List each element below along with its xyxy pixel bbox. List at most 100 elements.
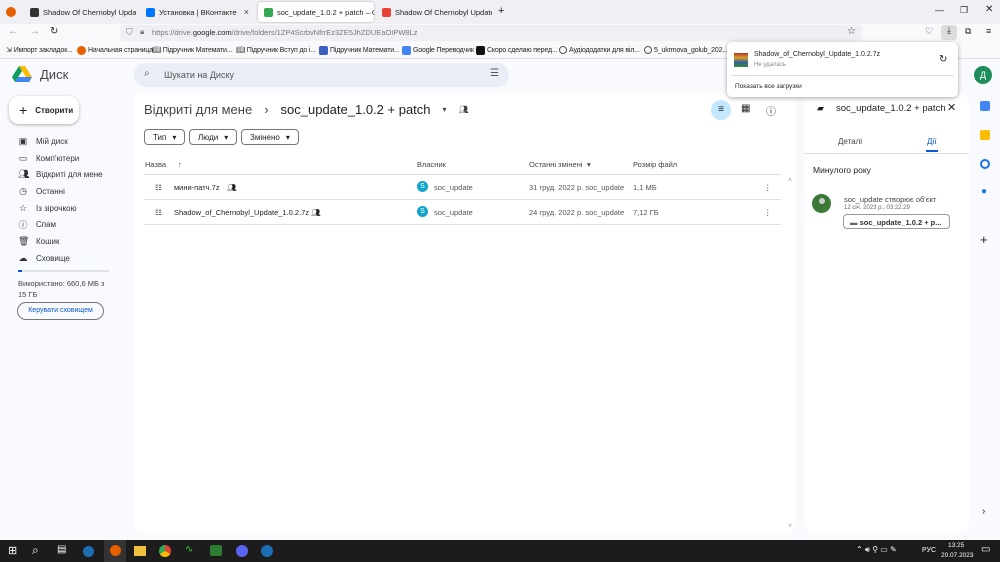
breadcrumb-parent[interactable]: Відкриті для мене [144,102,252,117]
url-bar[interactable]: ⛉ 🔒︎ https://drive.google.com/drive/fold… [120,25,862,41]
firefox-taskbar-button[interactable] [104,540,126,562]
breadcrumb-current[interactable]: soc_update_1.0.2 + patch [281,102,431,117]
calendar-icon[interactable] [980,101,990,111]
back-icon[interactable]: ← [8,26,18,37]
lock-icon[interactable]: 🔒︎ [140,27,144,37]
scroll-down-icon[interactable]: ˅ [788,523,792,530]
search-icon[interactable]: ⌕ [32,543,39,558]
file-archive-icon: ☷ [155,183,162,192]
language-indicator[interactable]: РУС [922,547,936,554]
more-actions-icon[interactable]: ⋮ [764,208,772,217]
column-name[interactable]: Назва [145,160,166,169]
avatar[interactable]: Д [974,66,992,84]
sort-arrow-icon[interactable]: ↑ [178,160,182,169]
retry-icon[interactable]: ↻ [939,54,947,65]
extensions-icon[interactable]: ⧉ [965,26,971,37]
download-filename[interactable]: Shadow_of_Chernobyl_Update_1.0.2.7z [754,51,880,58]
tab-1[interactable]: Shadow Of Chernobyl Update 1× [24,2,136,22]
column-owner[interactable]: Власник [417,160,446,169]
steam-icon[interactable] [261,545,273,557]
filter-modified[interactable]: Змінено ▾ [241,129,299,145]
monitor-app-icon[interactable]: ∿ [185,544,193,555]
chrome-icon[interactable] [159,545,171,557]
tab-2[interactable]: Установка | ВКонтакте × [140,2,255,22]
winrar-icon [734,53,748,67]
drive-logo[interactable]: Диск [12,66,68,83]
firefox-icon[interactable] [6,7,16,17]
pocket-icon[interactable]: ♡ [925,26,933,37]
sidebar-item-shared[interactable]: 👥︎ Відкриті для мене [0,166,130,182]
filter-type[interactable]: Тип ▾ [144,129,186,145]
scroll-up-icon[interactable]: ˄ [788,177,792,184]
app-icon[interactable] [210,545,222,556]
notifications-icon[interactable]: ▭ [981,544,990,555]
more-actions-icon[interactable]: ⋮ [764,183,772,192]
sidebar-item-starred[interactable]: ☆ Із зірочкою [0,200,130,216]
grid-view-icon[interactable]: ▦ [741,103,750,114]
dropdown-icon[interactable]: ▾ [443,105,447,114]
tasks-icon[interactable] [980,159,990,169]
steam-icon[interactable] [83,546,94,557]
reload-icon[interactable]: ↻ [50,26,58,37]
search-input[interactable]: ⌕ Шукати на Диску ☰ [134,63,509,87]
close-window-icon[interactable]: ✕ [985,4,993,15]
close-panel-icon[interactable]: ✕ [947,101,956,114]
show-all-downloads[interactable]: Показать все загрузки [735,83,802,90]
tab-3[interactable]: soc_update_1.0.2 + patch – Goo× [258,2,374,22]
menu-icon[interactable]: ≡ [986,26,991,36]
filter-people[interactable]: Люди ▾ [189,129,238,145]
tab-details[interactable]: Деталі [838,137,862,146]
forward-icon[interactable]: → [30,26,40,37]
add-addon-icon[interactable]: + [980,232,988,247]
sidebar-item-spam[interactable]: ⓘ Спам [0,216,130,232]
sidebar-item-trash[interactable]: 🗑︎ Кошик [0,233,130,249]
bookmark-star-icon[interactable]: ☆ [847,26,856,37]
bookmark-item[interactable]: Google Переводчик [402,46,474,55]
bookmark-item[interactable]: ⇲ Импорт закладок... [6,46,73,55]
windows-start-icon[interactable]: ⊞ [8,544,17,557]
bookmark-item[interactable]: 📖︎ Підручник Математи... [152,46,232,55]
maximize-icon[interactable]: ❐ [960,5,968,16]
create-button[interactable]: + Створити [9,96,79,124]
clock-time[interactable]: 13:25 [948,542,964,549]
tab-title: Shadow Of Chernobyl Update 1 [395,7,492,17]
activity-item-chip[interactable]: ▬ soc_update_1.0.2 + p... [843,214,950,229]
discord-icon[interactable] [236,545,248,557]
bookmark-item[interactable]: Аудіододатки для віл... [559,46,640,54]
info-icon[interactable]: ⓘ [766,103,776,118]
dropdown-icon: ▾ [285,133,290,142]
close-tab-icon[interactable]: × [244,7,249,17]
bookmark-item[interactable]: 📖︎ Підручник Вступ до і... [236,46,316,55]
column-modified[interactable]: Останні змінені [529,160,583,169]
sidebar-item-recent[interactable]: ◷ Останні [0,183,130,199]
contacts-icon[interactable]: ● [981,186,987,197]
sidebar-item-storage[interactable]: ☁ Сховище [0,250,130,266]
filter-icon[interactable]: ≡ [711,100,731,120]
new-tab-icon[interactable]: + [498,5,504,17]
search-options-icon[interactable]: ☰ [490,68,499,79]
bookmark-item[interactable]: Скоро сделаю перед... [476,46,557,55]
sidebar-item-my-drive[interactable]: ▣ Мій диск [0,133,130,149]
tray-icons[interactable]: ⌃ 🔊︎ ⚲ ▭ ✎ [856,545,897,555]
table-row[interactable]: ☷ Shadow_of_Chernobyl_Update_1.0.2.7z 👥︎… [144,200,781,225]
task-view-icon[interactable]: ▤ [57,544,66,555]
keep-icon[interactable] [980,130,990,140]
bookmark-item[interactable]: Підручник Математи... [319,46,400,55]
column-size[interactable]: Розмір файл [633,160,677,169]
clock-date[interactable]: 20.07.2023 [941,552,974,559]
active-tab-indicator [926,150,938,152]
show-panel-icon[interactable]: › [982,506,985,517]
bookmark-label: Підручник Вступ до і... [246,46,316,54]
manage-storage-button[interactable]: Керувати сховищем [17,302,104,320]
tab-4[interactable]: Shadow Of Chernobyl Update 1× [376,2,492,22]
bookmark-item[interactable]: Начальная страница [77,46,153,55]
shield-icon[interactable]: ⛉ [126,27,133,38]
minimize-icon[interactable]: — [935,5,944,15]
trash-icon: 🗑︎ [18,235,30,246]
bookmark-item[interactable]: 5_ukrmova_golub_202... [644,46,728,54]
tab-activity[interactable]: Дії [927,137,936,146]
sidebar-item-computers[interactable]: ▭ Комп'ютери [0,150,130,166]
table-row[interactable]: ☷ мини-патч.7z 👥︎ S soc_update 31 груд. … [144,175,781,200]
downloads-icon[interactable]: ⤓ [941,25,957,40]
explorer-icon[interactable] [134,546,146,556]
